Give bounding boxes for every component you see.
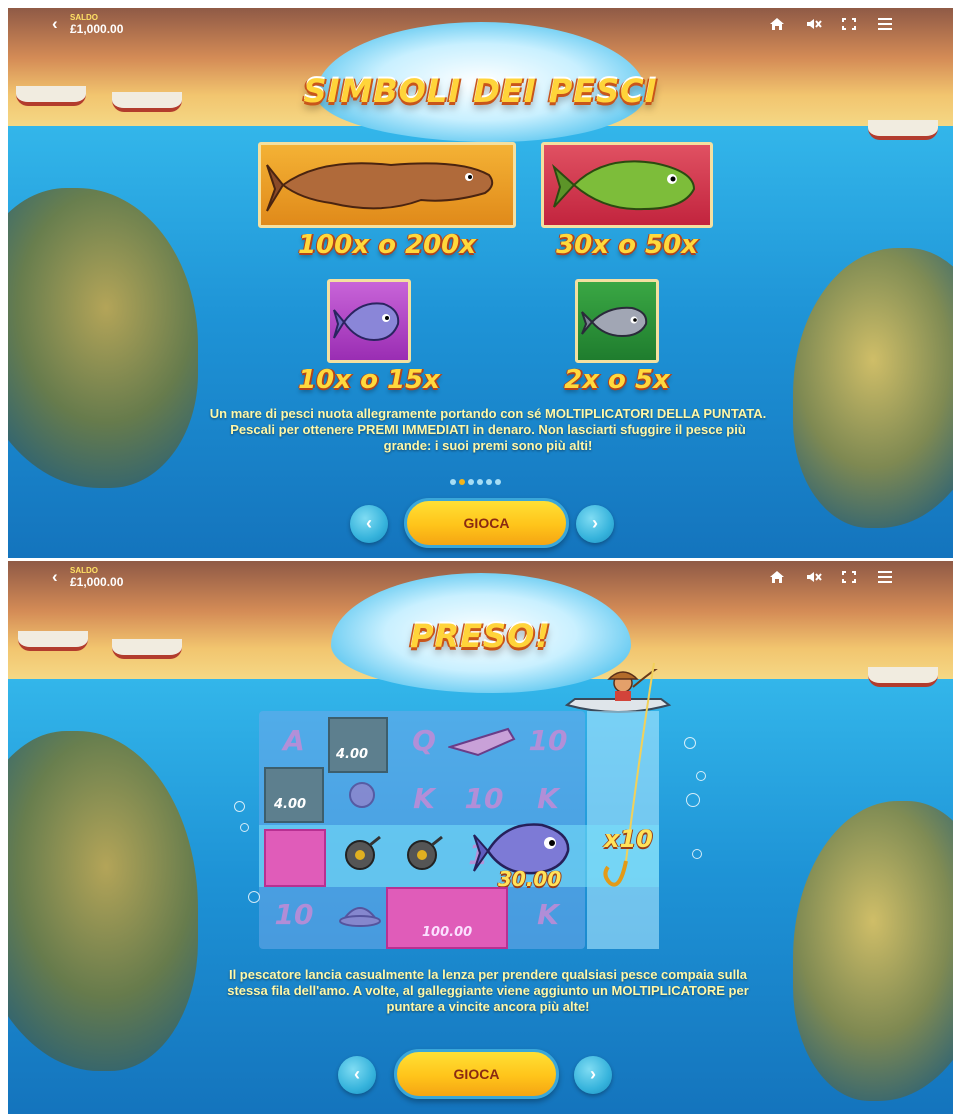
fullscreen-icon[interactable]	[841, 17, 859, 31]
page-title: PRESO!	[410, 617, 551, 655]
fishing-hook-icon	[600, 661, 660, 899]
bubble	[686, 793, 700, 807]
menu-icon[interactable]	[877, 570, 895, 584]
prev-page-button[interactable]: ‹	[350, 505, 388, 543]
bass-symbol	[541, 142, 713, 228]
fishing-reel-icon	[400, 833, 444, 877]
page-dot[interactable]	[468, 479, 474, 485]
page-title: SIMBOLI DEI PESCI	[303, 72, 658, 110]
balance-label: SALDO	[70, 566, 98, 575]
fish-value: 100.00	[422, 925, 473, 940]
balance-display: SALDO £1,000.00	[70, 566, 123, 589]
bubble	[696, 771, 706, 781]
fish-description: Un mare di pesci nuota allegramente port…	[209, 406, 767, 453]
catfish-symbol	[258, 142, 516, 228]
page-dot[interactable]	[450, 479, 456, 485]
sound-off-icon[interactable]	[805, 570, 823, 584]
bass-prize: 30x o 50x	[556, 230, 698, 260]
fullscreen-icon[interactable]	[841, 570, 859, 584]
balance-label: SALDO	[70, 13, 98, 22]
page-dot-active[interactable]	[459, 479, 465, 485]
purple-fish-prize: 10x o 15x	[298, 365, 440, 395]
help-page-caught: ‹ SALDO £1,000.00 PRESO! A Q 10 K 10 K 1…	[8, 561, 953, 1114]
reel-symbol: K	[537, 898, 559, 931]
page-indicator	[450, 479, 501, 485]
fish-value: 4.00	[336, 747, 369, 762]
menu-icon[interactable]	[877, 17, 895, 31]
reel-symbol: K	[413, 782, 435, 815]
reel-symbol: A	[283, 724, 305, 757]
reel-symbol: 10	[274, 898, 314, 931]
next-page-button[interactable]: ›	[574, 1056, 612, 1094]
pink-fish-tile	[264, 829, 326, 887]
grey-fish-prize: 2x o 5x	[564, 365, 670, 395]
purple-fish-symbol	[327, 279, 411, 363]
balance-value: £1,000.00	[70, 22, 124, 36]
catfish-prize: 100x o 200x	[297, 230, 477, 260]
bubble	[234, 801, 245, 812]
boat-right	[868, 667, 938, 687]
bubble	[248, 891, 260, 903]
grey-fish-tile	[328, 717, 388, 773]
fish-value: 4.00	[274, 797, 307, 812]
sound-off-icon[interactable]	[805, 17, 823, 31]
page-dot[interactable]	[477, 479, 483, 485]
bubble	[692, 849, 702, 859]
balance-value: £1,000.00	[70, 575, 124, 589]
speedboat-symbol	[446, 719, 516, 759]
reel-symbol: Q	[412, 724, 436, 757]
back-icon[interactable]: ‹	[52, 14, 68, 34]
hud-toolbar	[769, 17, 895, 31]
hat-symbol	[336, 891, 384, 939]
play-button[interactable]: GIOCA	[394, 1049, 559, 1099]
page-dot[interactable]	[495, 479, 501, 485]
reel-symbol: 10	[528, 724, 568, 757]
fishing-reel-icon	[342, 775, 382, 815]
multiplier-badge: x10	[604, 825, 653, 853]
page-dot[interactable]	[486, 479, 492, 485]
bubble	[240, 823, 249, 832]
caught-description: Il pescatore lancia casualmente la lenza…	[227, 967, 749, 1014]
boat-right	[868, 120, 938, 140]
grey-fish-symbol	[575, 279, 659, 363]
home-icon[interactable]	[769, 17, 787, 31]
hud-toolbar	[769, 570, 895, 584]
bubble	[684, 737, 696, 749]
back-icon[interactable]: ‹	[52, 567, 68, 587]
fishing-reel-icon	[338, 833, 382, 877]
play-button[interactable]: GIOCA	[404, 498, 569, 548]
home-icon[interactable]	[769, 570, 787, 584]
prev-page-button[interactable]: ‹	[338, 1056, 376, 1094]
help-page-fish-symbols: ‹ SALDO £1,000.00 SIMBOLI DEI PESCI 100x…	[8, 8, 953, 558]
next-page-button[interactable]: ›	[576, 505, 614, 543]
balance-display: SALDO £1,000.00	[70, 13, 123, 36]
grey-fish-tile	[264, 767, 324, 823]
